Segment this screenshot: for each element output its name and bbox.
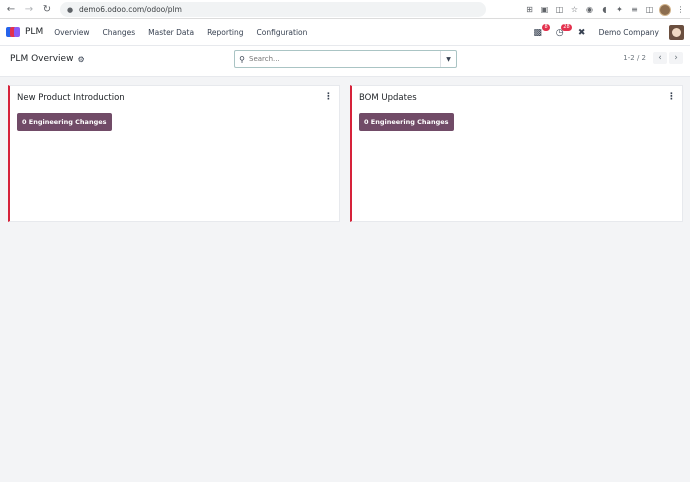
company-switcher[interactable]: Demo Company bbox=[599, 28, 659, 37]
top-navbar: PLM Overview Changes Master Data Reporti… bbox=[0, 19, 690, 46]
reading-list-icon[interactable]: ≡ bbox=[629, 4, 640, 15]
debug-tools-icon[interactable]: ✖ bbox=[575, 26, 589, 40]
menu-changes[interactable]: Changes bbox=[103, 28, 136, 37]
extension-odoo-icon[interactable]: ◉ bbox=[584, 4, 595, 15]
card-title: BOM Updates bbox=[359, 93, 417, 103]
activity-badge: 28 bbox=[561, 23, 572, 31]
pager: 1-2 / 2 ‹ › bbox=[623, 52, 683, 64]
back-icon[interactable]: ← bbox=[4, 2, 18, 16]
menu-overview[interactable]: Overview bbox=[54, 28, 89, 37]
translate-icon[interactable]: ▣ bbox=[539, 4, 550, 15]
browser-chrome: ← → ↻ ● demo6.odoo.com/odoo/plm ⊞ ▣ ◫ ☆ … bbox=[0, 0, 690, 19]
kanban-card[interactable]: BOM Updates ⋮ 0 Engineering Changes bbox=[350, 85, 683, 222]
activity-clock-icon[interactable]: ◷ 28 bbox=[553, 23, 572, 40]
main-menu: Overview Changes Master Data Reporting C… bbox=[54, 28, 320, 37]
control-panel: PLM Overview ⚙ ⚲ ▼ 1-2 / 2 ‹ › bbox=[0, 46, 690, 77]
gear-icon[interactable]: ⚙ bbox=[77, 55, 84, 64]
puzzle-icon[interactable]: ✦ bbox=[614, 4, 625, 15]
navbar-systray: ▩ 8 ◷ 28 ✖ Demo Company bbox=[523, 19, 684, 46]
kebab-menu-icon[interactable]: ⋮ bbox=[675, 4, 686, 15]
menu-configuration[interactable]: Configuration bbox=[257, 28, 308, 37]
browser-profile-avatar[interactable] bbox=[659, 3, 671, 16]
extension-user-icon[interactable]: ◖ bbox=[599, 4, 610, 15]
search-bar: ⚲ ▼ bbox=[234, 50, 457, 68]
search-options-toggle-icon[interactable]: ▼ bbox=[440, 51, 456, 67]
app-name[interactable]: PLM bbox=[25, 27, 43, 37]
address-bar[interactable]: ● demo6.odoo.com/odoo/plm bbox=[60, 2, 486, 17]
page-title: PLM Overview bbox=[10, 54, 74, 64]
engineering-changes-button[interactable]: 0 Engineering Changes bbox=[17, 113, 112, 131]
pager-value[interactable]: 1-2 / 2 bbox=[623, 54, 646, 62]
browser-toolbar: ⊞ ▣ ◫ ☆ ◉ ◖ ✦ ≡ ◫ ⋮ bbox=[524, 2, 686, 17]
engineering-changes-button[interactable]: 0 Engineering Changes bbox=[359, 113, 454, 131]
side-panel-icon[interactable]: ◫ bbox=[644, 4, 655, 15]
search-icon[interactable]: ⚲ bbox=[235, 55, 249, 64]
cast-icon[interactable]: ◫ bbox=[554, 4, 565, 15]
messages-badge: 8 bbox=[542, 23, 550, 31]
messages-icon[interactable]: ▩ 8 bbox=[531, 23, 550, 40]
pager-next-icon[interactable]: › bbox=[669, 52, 683, 64]
kanban-card[interactable]: New Product Introduction ⋮ 0 Engineering… bbox=[8, 85, 340, 222]
card-dropdown-icon[interactable]: ⋮ bbox=[324, 92, 333, 102]
card-title: New Product Introduction bbox=[17, 93, 125, 103]
lock-icon[interactable]: ● bbox=[66, 6, 74, 14]
reload-icon[interactable]: ↻ bbox=[40, 2, 54, 16]
search-input[interactable] bbox=[249, 55, 439, 63]
forward-icon[interactable]: → bbox=[22, 2, 36, 16]
pager-previous-icon[interactable]: ‹ bbox=[653, 52, 667, 64]
card-dropdown-icon[interactable]: ⋮ bbox=[667, 92, 676, 102]
user-avatar[interactable] bbox=[669, 25, 684, 40]
menu-reporting[interactable]: Reporting bbox=[207, 28, 243, 37]
plm-app-logo-icon[interactable] bbox=[6, 27, 21, 37]
share-icon[interactable]: ⊞ bbox=[524, 4, 535, 15]
breadcrumb: PLM Overview ⚙ bbox=[10, 54, 85, 64]
kanban-view: New Product Introduction ⋮ 0 Engineering… bbox=[0, 77, 690, 482]
star-icon[interactable]: ☆ bbox=[569, 4, 580, 15]
menu-master-data[interactable]: Master Data bbox=[148, 28, 194, 37]
url-text[interactable]: demo6.odoo.com/odoo/plm bbox=[79, 5, 182, 14]
